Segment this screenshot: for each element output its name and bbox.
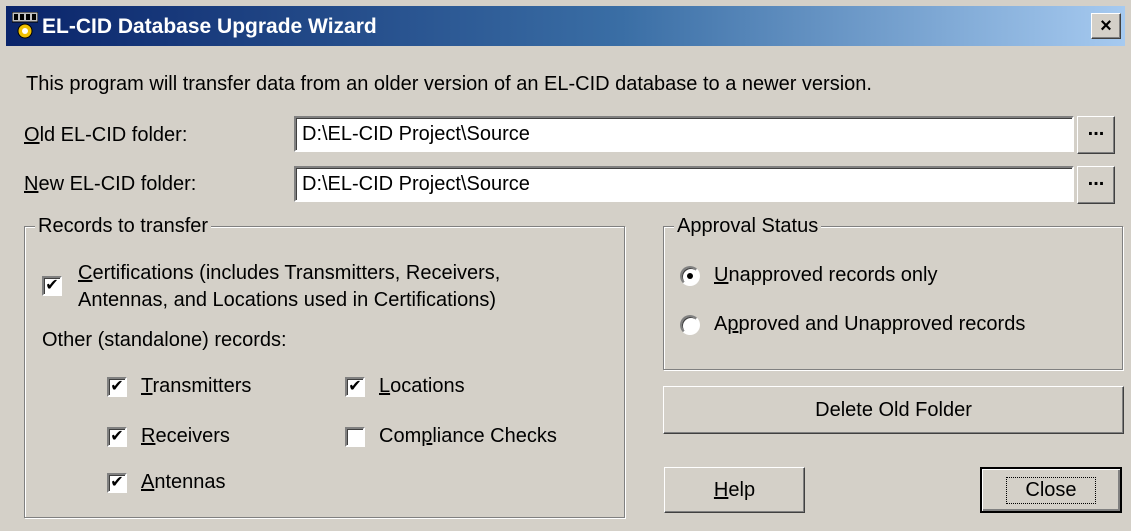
approved-and-unapproved-label[interactable]: Approved and Unapproved records	[714, 313, 1025, 336]
old-folder-browse-button[interactable]: ...	[1077, 116, 1115, 154]
radio-selected-dot	[687, 273, 693, 279]
close-icon: ×	[1100, 15, 1112, 37]
new-folder-browse-button[interactable]: ...	[1077, 166, 1115, 204]
close-button-label: Close	[1006, 476, 1096, 504]
compliance-checks-checkbox[interactable]	[345, 427, 365, 447]
approval-status-group	[663, 226, 1123, 370]
intro-text: This program will transfer data from an …	[26, 73, 872, 95]
new-folder-input[interactable]: D:\EL-CID Project\Source	[294, 166, 1074, 202]
title-close-button[interactable]: ×	[1091, 13, 1121, 39]
unapproved-only-label[interactable]: Unapproved records only	[714, 264, 937, 287]
check-icon: ✔	[45, 277, 59, 294]
old-folder-input[interactable]: D:\EL-CID Project\Source	[294, 116, 1074, 152]
check-icon: ✔	[110, 428, 124, 445]
close-button[interactable]: Close	[980, 467, 1122, 513]
window-title: EL-CID Database Upgrade Wizard	[42, 15, 377, 38]
receivers-label[interactable]: Receivers	[141, 425, 230, 448]
check-icon: ✔	[110, 378, 124, 395]
compliance-checks-label[interactable]: Compliance Checks	[379, 425, 557, 448]
certifications-checkbox[interactable]: ✔	[42, 276, 62, 296]
locations-label[interactable]: Locations	[379, 375, 465, 398]
approval-status-legend: Approval Status	[674, 215, 822, 238]
help-button[interactable]: Help	[664, 467, 805, 513]
approved-and-unapproved-radio[interactable]	[680, 315, 700, 335]
check-icon: ✔	[348, 378, 362, 395]
new-folder-label: New EL-CID folder:	[24, 173, 197, 195]
certifications-label-line2[interactable]: Antennas, and Locations used in Certific…	[78, 289, 496, 312]
title-bar[interactable]: EL-CID Database Upgrade Wizard ×	[6, 6, 1125, 46]
transmitters-checkbox[interactable]: ✔	[107, 377, 127, 397]
transmitters-label[interactable]: Transmitters	[141, 375, 251, 398]
receivers-checkbox[interactable]: ✔	[107, 427, 127, 447]
elcid-app-icon	[12, 12, 38, 39]
records-group-legend: Records to transfer	[35, 215, 212, 238]
delete-old-folder-button[interactable]: Delete Old Folder	[663, 386, 1124, 434]
certifications-label-line1[interactable]: Certifications (includes Transmitters, R…	[78, 262, 500, 285]
old-folder-label: Old EL-CID folder:	[24, 124, 188, 146]
locations-checkbox[interactable]: ✔	[345, 377, 365, 397]
antennas-label[interactable]: Antennas	[141, 471, 226, 494]
unapproved-only-radio[interactable]	[680, 266, 700, 286]
antennas-checkbox[interactable]: ✔	[107, 473, 127, 493]
other-records-label: Other (standalone) records:	[42, 329, 287, 351]
upgrade-wizard-window: EL-CID Database Upgrade Wizard × This pr…	[0, 0, 1131, 531]
check-icon: ✔	[110, 474, 124, 491]
